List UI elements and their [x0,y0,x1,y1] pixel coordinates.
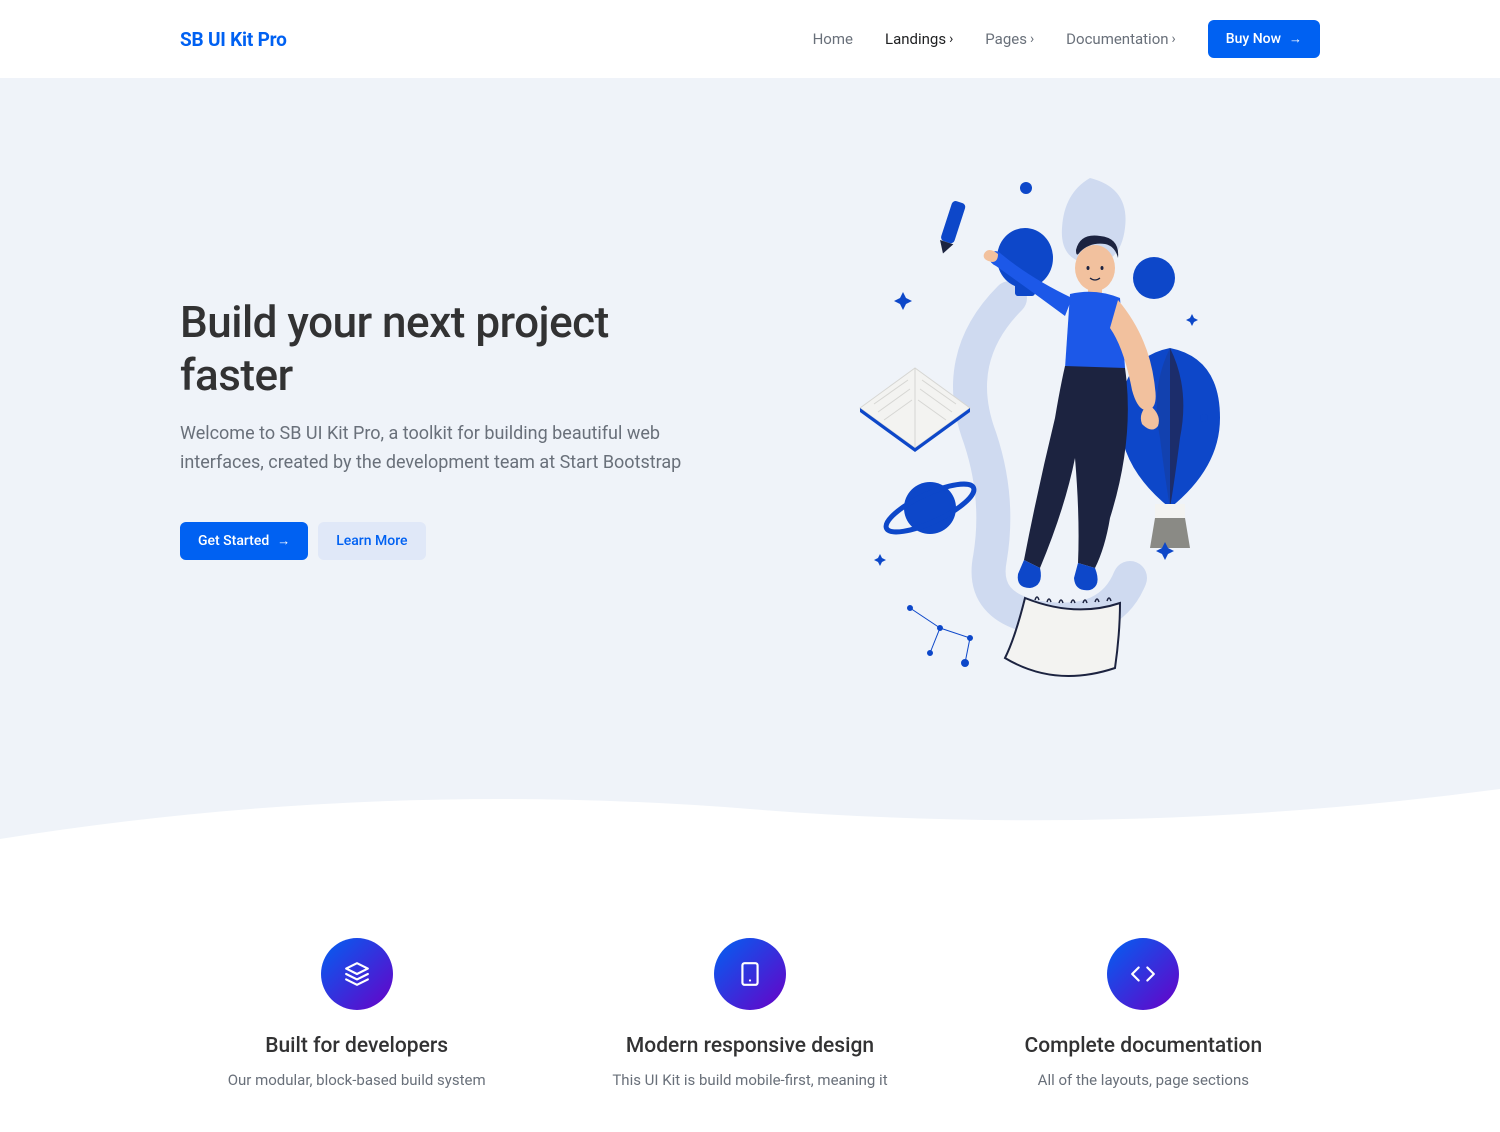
chevron-right-icon: › [949,31,953,47]
buy-now-label: Buy Now [1226,31,1281,47]
features-section: Built for developers Our modular, block-… [0,858,1500,1132]
get-started-label: Get Started [198,533,269,549]
feature-title: Complete documentation [987,1034,1300,1058]
hero-subtitle: Welcome to SB UI Kit Pro, a toolkit for … [180,420,720,478]
feature-desc: All of the layouts, page sections [987,1068,1300,1092]
feature-desc: Our modular, block-based build system [200,1068,513,1092]
nav-documentation[interactable]: Documentation › [1066,30,1176,48]
feature-title: Built for developers [200,1034,513,1058]
feature-desc: This UI Kit is build mobile-first, meani… [593,1068,906,1092]
learn-more-label: Learn More [336,533,407,549]
feature-responsive: Modern responsive design This UI Kit is … [573,938,926,1092]
nav-landings[interactable]: Landings › [885,30,953,48]
feature-title: Modern responsive design [593,1034,906,1058]
layers-icon [321,938,393,1010]
buy-now-button[interactable]: Buy Now → [1208,20,1320,58]
feature-developers: Built for developers Our modular, block-… [180,938,533,1092]
features-container: Built for developers Our modular, block-… [180,938,1320,1092]
nav-home[interactable]: Home [813,30,853,48]
smartphone-icon [714,938,786,1010]
hero-container: Build your next project faster Welcome t… [180,178,1320,678]
nav-documentation-label: Documentation [1066,30,1168,48]
chevron-right-icon: › [1030,31,1034,47]
chevron-right-icon: › [1172,31,1176,47]
navbar: SB UI Kit Pro Home Landings › Pages › Do… [180,0,1320,78]
hero-buttons: Get Started → Learn More [180,522,720,560]
feature-documentation: Complete documentation All of the layout… [967,938,1320,1092]
hero-content: Build your next project faster Welcome t… [180,296,720,559]
hero-section: Build your next project faster Welcome t… [0,78,1500,858]
wave-divider [0,779,1500,858]
nav-landings-label: Landings [885,30,946,48]
nav-links: Home Landings › Pages › Documentation › … [813,20,1320,58]
code-icon [1107,938,1179,1010]
hero-illustration [780,178,1320,678]
nav-pages[interactable]: Pages › [985,30,1034,48]
hero-title: Build your next project faster [180,296,720,402]
get-started-button[interactable]: Get Started → [180,522,308,560]
nav-pages-label: Pages [985,30,1027,48]
learn-more-button[interactable]: Learn More [318,522,425,560]
arrow-right-icon: → [1289,31,1302,47]
arrow-right-icon: → [277,533,290,549]
brand-logo[interactable]: SB UI Kit Pro [180,28,287,51]
